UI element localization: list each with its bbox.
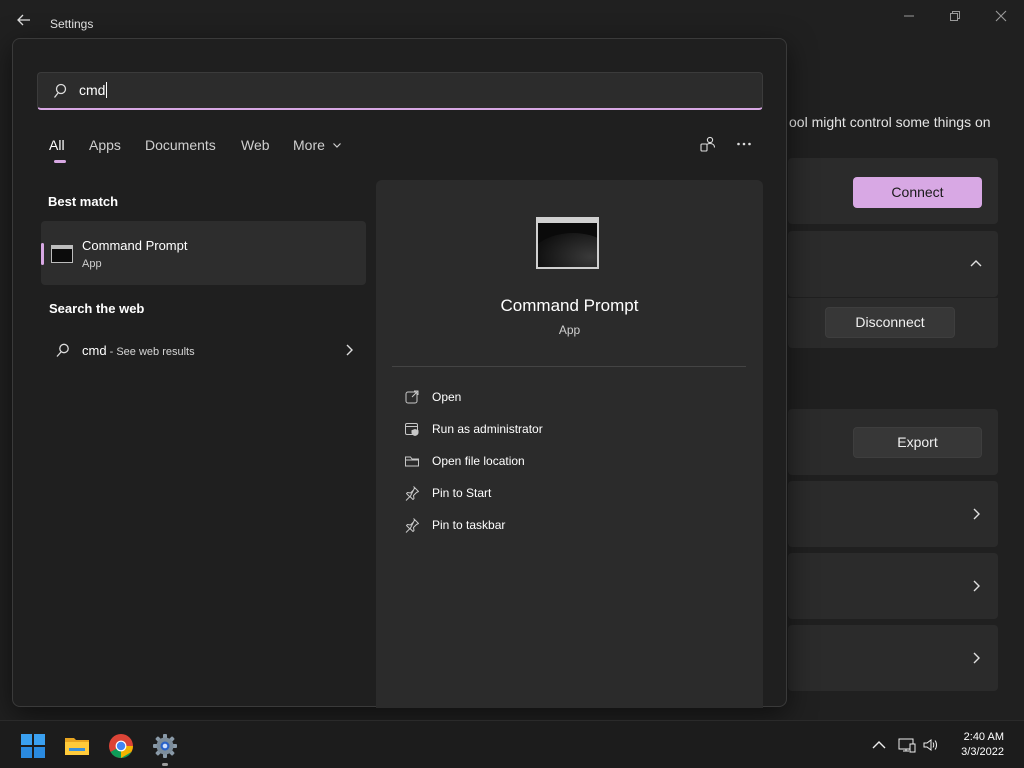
clock-time: 2:40 AM (963, 731, 1004, 743)
clock-date: 3/3/2022 (961, 746, 1004, 758)
settings-description: ool might control some things on (789, 114, 991, 130)
detail-type: App (558, 323, 581, 337)
disconnect-button[interactable]: Disconnect (825, 307, 955, 338)
result-name: Command Prompt (82, 238, 188, 253)
pin-icon (404, 485, 420, 501)
file-explorer-icon[interactable] (64, 733, 90, 759)
chevron-up-icon[interactable] (969, 257, 983, 271)
action-open[interactable]: Open (404, 386, 734, 410)
web-result-text: cmd - See web results (82, 343, 195, 358)
tab-documents[interactable]: Documents (145, 137, 216, 153)
app-title: Settings (50, 17, 94, 31)
result-detail-pane: Command Prompt App Open Run as administr… (376, 180, 763, 708)
expanded-card-body: Disconnect (788, 298, 998, 348)
tab-all[interactable]: All (49, 137, 65, 153)
taskbar: 2:40 AM 3/3/2022 (0, 720, 1024, 768)
tab-more[interactable]: More (293, 137, 342, 153)
more-options-icon[interactable] (735, 135, 755, 155)
command-prompt-icon (51, 245, 73, 263)
search-icon (55, 342, 71, 358)
tab-apps[interactable]: Apps (89, 137, 121, 153)
action-label: Open file location (432, 454, 525, 468)
best-match-result[interactable]: Command Prompt App (41, 221, 366, 285)
connect-card: Connect (788, 158, 998, 224)
settings-row-3[interactable] (788, 625, 998, 691)
close-button[interactable] (981, 6, 1021, 28)
chevron-right-icon (969, 579, 983, 593)
settings-row-1[interactable] (788, 481, 998, 547)
chevron-down-icon (332, 143, 341, 148)
account-switch-icon[interactable] (699, 135, 719, 155)
expanded-card-header[interactable] (788, 231, 998, 297)
connect-button[interactable]: Connect (853, 177, 982, 208)
export-card: Export (788, 409, 998, 475)
command-prompt-large-icon (536, 217, 599, 269)
tab-web[interactable]: Web (241, 137, 270, 153)
search-input[interactable]: cmd (37, 72, 763, 110)
active-tab-indicator (54, 160, 66, 163)
search-web-heading: Search the web (49, 301, 145, 316)
clock[interactable]: 2:40 AM 3/3/2022 (961, 730, 1004, 760)
chevron-right-icon (344, 343, 356, 357)
action-run-as-administrator[interactable]: Run as administrator (404, 418, 734, 442)
windows-start-icon[interactable] (20, 733, 46, 759)
chevron-right-icon (969, 651, 983, 665)
running-indicator (162, 763, 168, 766)
back-arrow-icon[interactable] (14, 12, 34, 32)
chevron-up-icon[interactable] (871, 737, 889, 753)
shield-window-icon (404, 421, 420, 437)
start-search-flyout: cmd All Apps Documents Web More Best mat… (12, 38, 787, 708)
action-pin-to-taskbar[interactable]: Pin to taskbar (404, 514, 734, 538)
selection-indicator (41, 243, 44, 265)
minimize-button[interactable] (889, 6, 929, 28)
action-label: Pin to Start (432, 486, 492, 500)
detail-title: Command Prompt (500, 296, 639, 315)
action-label: Run as administrator (432, 422, 543, 436)
open-external-icon (404, 389, 420, 405)
result-type: App (82, 258, 102, 270)
best-match-heading: Best match (48, 194, 119, 209)
settings-gear-icon[interactable] (152, 733, 178, 759)
volume-icon[interactable] (922, 737, 940, 753)
export-button[interactable]: Export (853, 427, 982, 458)
action-pin-to-start[interactable]: Pin to Start (404, 482, 734, 506)
action-label: Open (432, 390, 462, 404)
web-search-result[interactable]: cmd - See web results (41, 335, 366, 365)
settings-title-bar: Settings (0, 0, 1024, 38)
network-icon[interactable] (898, 737, 916, 753)
folder-icon (404, 453, 420, 469)
search-icon (52, 82, 70, 100)
action-label: Pin to taskbar (432, 518, 506, 532)
pin-icon (404, 517, 420, 533)
settings-row-2[interactable] (788, 553, 998, 619)
search-query[interactable]: cmd (79, 82, 108, 98)
chevron-right-icon (969, 507, 983, 521)
action-open-file-location[interactable]: Open file location (404, 450, 734, 474)
divider (392, 366, 746, 367)
maximize-button[interactable] (935, 6, 975, 28)
chrome-icon[interactable] (108, 733, 134, 759)
